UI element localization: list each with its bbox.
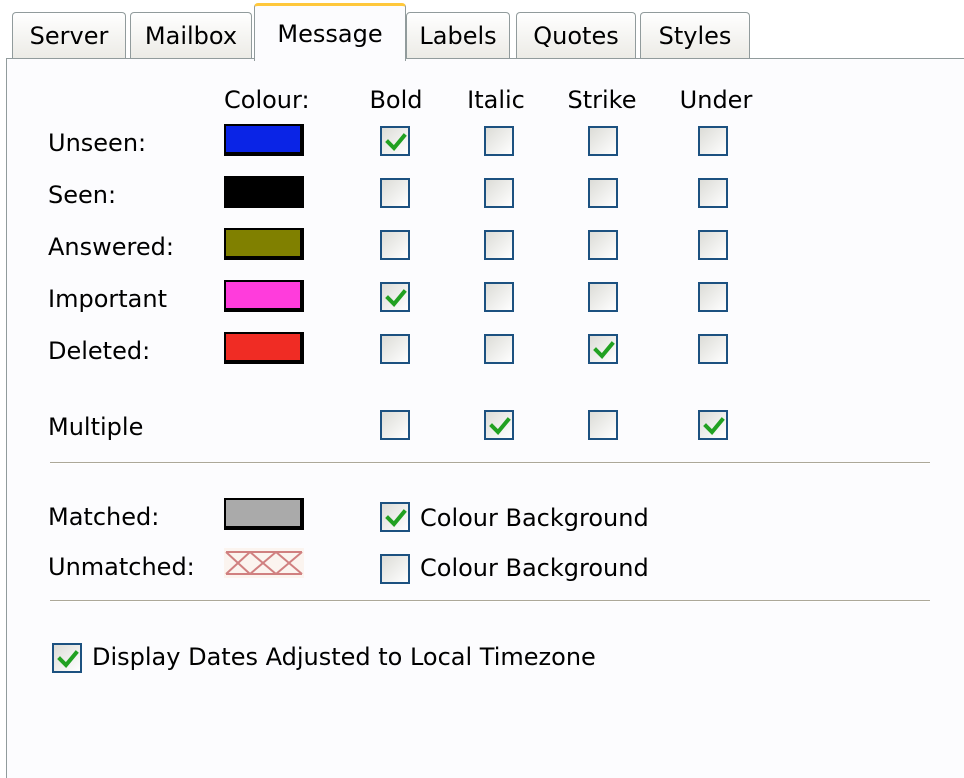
under-checkbox-seen[interactable] [698,178,728,208]
display-dates-label[interactable]: Display Dates Adjusted to Local Timezone [92,642,596,672]
checkmark-icon [489,417,511,435]
colour-swatch-seen[interactable] [224,176,304,208]
checkmark-icon [385,509,407,527]
italic-checkbox-deleted[interactable] [484,334,514,364]
checkmark-icon [703,417,725,435]
row-label-deleted: Deleted: [48,337,151,365]
bold-checkbox-answered[interactable] [380,230,410,260]
strike-checkbox-deleted[interactable] [588,334,618,364]
unmatched-pattern-swatch[interactable] [224,548,304,578]
colour-swatch-unseen[interactable] [224,124,304,156]
strike-checkbox-multiple[interactable] [588,410,618,440]
bold-checkbox-unseen[interactable] [380,126,410,156]
header-colour: Colour: [224,86,310,114]
matched-colour-background-label[interactable]: Colour Background [420,503,649,533]
colour-swatch-answered[interactable] [224,228,304,260]
matched-label: Matched: [48,503,160,531]
row-label-seen: Seen: [48,181,117,209]
bold-checkbox-seen[interactable] [380,178,410,208]
under-checkbox-multiple[interactable] [698,410,728,440]
row-label-important: Important [48,285,167,313]
italic-checkbox-multiple[interactable] [484,410,514,440]
separator [50,462,930,464]
checkmark-icon [385,133,407,151]
unmatched-colour-background-checkbox[interactable] [380,554,410,584]
strike-checkbox-unseen[interactable] [588,126,618,156]
bold-checkbox-important[interactable] [380,282,410,312]
under-checkbox-important[interactable] [698,282,728,312]
crosshatch-icon [225,551,303,575]
row-label-unseen: Unseen: [48,129,147,157]
italic-checkbox-unseen[interactable] [484,126,514,156]
checkmark-icon [593,341,615,359]
unmatched-label: Unmatched: [48,553,195,581]
row-label-answered: Answered: [48,233,174,261]
italic-checkbox-seen[interactable] [484,178,514,208]
strike-checkbox-important[interactable] [588,282,618,312]
matched-colour-background-checkbox[interactable] [380,502,410,532]
strike-checkbox-seen[interactable] [588,178,618,208]
strike-checkbox-answered[interactable] [588,230,618,260]
under-checkbox-unseen[interactable] [698,126,728,156]
colour-swatch-important[interactable] [224,280,304,312]
under-checkbox-deleted[interactable] [698,334,728,364]
bold-checkbox-multiple[interactable] [380,410,410,440]
separator [50,600,930,602]
header-strike: Strike [567,86,637,114]
header-italic: Italic [467,86,525,114]
header-under: Under [679,86,753,114]
italic-checkbox-answered[interactable] [484,230,514,260]
italic-checkbox-important[interactable] [484,282,514,312]
display-dates-checkbox[interactable] [52,643,82,673]
checkmark-icon [385,289,407,307]
bold-checkbox-deleted[interactable] [380,334,410,364]
colour-swatch-deleted[interactable] [224,332,304,364]
row-label-multiple: Multiple [48,413,144,441]
unmatched-colour-background-label[interactable]: Colour Background [420,553,649,583]
colour-swatch-matched[interactable] [224,498,304,530]
under-checkbox-answered[interactable] [698,230,728,260]
checkmark-icon [57,650,79,668]
